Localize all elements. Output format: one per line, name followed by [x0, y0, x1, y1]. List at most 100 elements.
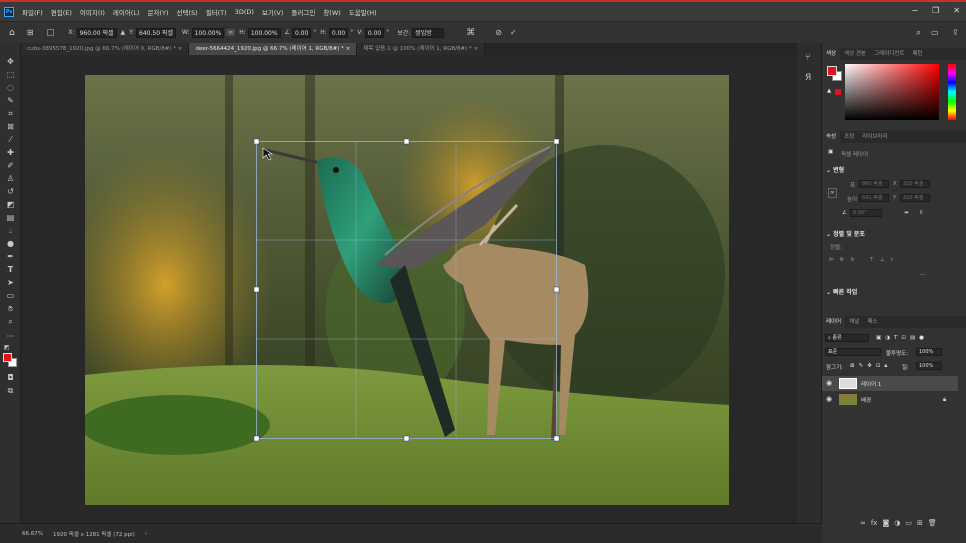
tab-layers[interactable]: 레이어 — [822, 316, 846, 328]
reference-point-icon[interactable]: ⊞ — [27, 28, 34, 37]
checkbox-reference[interactable] — [47, 29, 55, 36]
close-icon[interactable]: ✕ — [953, 6, 960, 15]
color-gamut-warning[interactable] — [835, 89, 841, 95]
menu-3d[interactable]: 3D(D) — [231, 8, 258, 16]
interpolation-select[interactable]: 쌍입방 — [412, 27, 445, 38]
delta-icon[interactable]: ▲ — [121, 29, 126, 36]
menu-edit[interactable]: 편집(E) — [47, 7, 76, 17]
props-x-field[interactable]: 320 픽셀 — [900, 180, 930, 188]
props-w-field[interactable]: 960 픽셀 — [859, 180, 889, 188]
link-wh-icon[interactable]: ∞ — [828, 188, 837, 198]
eyedropper-tool-icon[interactable]: ⁄ — [4, 134, 17, 145]
tab-color[interactable]: 색상 — [822, 48, 841, 60]
workspace-icon[interactable]: ▭ — [931, 28, 939, 37]
layer-row-background[interactable]: ◉ 배경 🔒︎ — [822, 392, 958, 407]
tab-paths[interactable]: 패스 — [863, 316, 881, 328]
blur-tool-icon[interactable]: 💧︎ — [4, 225, 17, 236]
trash-icon[interactable]: 🗑︎ — [928, 519, 937, 527]
flip-horizontal-icon[interactable]: ⇹ — [904, 210, 909, 216]
commit-icon[interactable]: ✓ — [510, 28, 517, 37]
brush-tool-icon[interactable]: ✐ — [4, 160, 17, 171]
crop-tool-icon[interactable]: ⌗ — [4, 108, 17, 119]
mask-icon[interactable]: ◙ — [882, 519, 889, 527]
frame-tool-icon[interactable]: ⊠ — [4, 121, 17, 132]
path-select-tool-icon[interactable]: ➤ — [4, 277, 17, 288]
foreground-color-swatch[interactable] — [3, 353, 12, 362]
opacity-field[interactable]: 100% — [916, 348, 942, 356]
eye-icon[interactable]: ◉ — [826, 379, 832, 387]
align-section-title[interactable]: ⌄ 정렬 및 분포 — [826, 229, 865, 238]
lock-icons[interactable]: ⊠✎✥⊡🔒︎ — [850, 363, 891, 370]
blend-mode-select[interactable]: 표준 — [825, 348, 881, 356]
menu-view[interactable]: 보기(V) — [258, 7, 287, 17]
menu-file[interactable]: 파일(F) — [18, 7, 47, 17]
healing-tool-icon[interactable]: ✚ — [4, 147, 17, 158]
marquee-tool-icon[interactable]: ⬚ — [4, 69, 17, 80]
fill-field[interactable]: 100% — [916, 362, 942, 370]
layer-filter-icons[interactable]: ▣◑T⊡▤● — [876, 335, 928, 341]
eye-icon[interactable]: ◉ — [826, 395, 832, 403]
cancel-icon[interactable]: ⊘ — [495, 28, 502, 37]
quick-select-tool-icon[interactable]: ✎ — [4, 95, 17, 106]
tab-close-icon[interactable]: × — [473, 46, 478, 52]
adjustment-icon[interactable]: ◑ — [894, 519, 900, 527]
menu-help[interactable]: 도움말(H) — [345, 7, 381, 17]
quick-actions-title[interactable]: ⌄ 빠른 작업 — [826, 287, 857, 296]
restore-icon[interactable]: ❐ — [932, 6, 939, 15]
screen-mode-icon[interactable]: ⧉ — [4, 385, 17, 396]
w-field[interactable]: 100.00% — [191, 27, 225, 38]
type-tool-icon[interactable]: T — [4, 264, 17, 275]
zoom-tool-icon[interactable]: ⌕ — [4, 316, 17, 327]
pen-tool-icon[interactable]: ✒ — [4, 251, 17, 262]
props-h-field[interactable]: 641 픽셀 — [859, 194, 889, 202]
tab-properties[interactable]: 속성 — [822, 131, 841, 143]
gradient-tool-icon[interactable]: ▤ — [4, 212, 17, 223]
tab-untitled[interactable]: 제목 없음-1 @ 100% (레이어 1, RGB/8#) * × — [357, 43, 486, 55]
lasso-tool-icon[interactable]: ◌ — [4, 82, 17, 93]
layer-name[interactable]: 배경 — [861, 396, 871, 404]
tab-adjustments[interactable]: 조정 — [840, 131, 858, 143]
fx-icon[interactable]: fx — [871, 519, 878, 527]
quick-mask-icon[interactable]: ◘ — [4, 372, 17, 383]
tab-swatches[interactable]: 색상 견본 — [840, 48, 870, 60]
tab-channels[interactable]: 채널 — [845, 316, 863, 328]
layer-row-layer1[interactable]: ◉ 레이어 1 — [822, 376, 958, 391]
status-arrow-icon[interactable]: › — [145, 531, 147, 537]
link-icon[interactable]: ∞ — [226, 29, 236, 36]
y-field[interactable]: 640.50 픽셀 — [136, 27, 176, 38]
x-field[interactable]: 960.00 픽셀 — [76, 27, 117, 38]
h-field[interactable]: 100.00% — [247, 27, 281, 38]
tab-close-icon[interactable]: × — [346, 46, 351, 52]
menu-select[interactable]: 선택(S) — [173, 7, 202, 17]
shape-tool-icon[interactable]: ▭ — [4, 290, 17, 301]
tab-deer[interactable]: deer-5664424_1920.jpg @ 66.7% (레이어 1, RG… — [189, 43, 358, 55]
transform-section-title[interactable]: ⌄ 변형 — [826, 165, 844, 174]
v-skew-field[interactable]: 0.00 — [364, 27, 385, 38]
warp-icon[interactable]: ⌘ — [466, 28, 475, 38]
group-icon[interactable]: ▭ — [905, 519, 912, 527]
color-picker-field[interactable] — [845, 64, 939, 120]
history-panel-icon[interactable]: ⑂ — [805, 53, 810, 63]
tab-cubs[interactable]: cubs-3895578_1920.jpg @ 66.7% (레이어 0, RG… — [21, 43, 190, 55]
search-icon[interactable]: ⌕ — [916, 28, 921, 38]
history-brush-tool-icon[interactable]: ↺ — [4, 186, 17, 197]
menu-image[interactable]: 이미지(I) — [76, 7, 109, 17]
menu-filter[interactable]: 필터(T) — [202, 7, 231, 17]
layer-filter-select[interactable]: ⌕ 종류 — [825, 334, 869, 342]
hue-slider[interactable] — [948, 64, 956, 120]
stamp-tool-icon[interactable]: ♙ — [4, 173, 17, 184]
menu-window[interactable]: 창(W) — [319, 7, 344, 17]
more-options-icon[interactable]: ··· — [920, 272, 925, 278]
hand-tool-icon[interactable]: ✋︎ — [4, 303, 17, 314]
layer-name[interactable]: 레이어 1 — [861, 380, 881, 388]
more-tools-icon[interactable]: ··· — [4, 331, 17, 342]
default-colors-icon[interactable]: ◩ — [4, 342, 17, 353]
props-y-field[interactable]: 320 픽셀 — [900, 194, 930, 202]
minimize-icon[interactable]: − — [911, 6, 918, 15]
flip-vertical-icon[interactable]: ⇳ — [919, 210, 924, 216]
character-panel-icon[interactable]: Я — [805, 73, 811, 83]
dodge-tool-icon[interactable]: ● — [4, 238, 17, 249]
tab-gradients[interactable]: 그레이디언트 — [870, 48, 908, 60]
props-angle-field[interactable]: 0.00° — [850, 209, 882, 217]
eraser-tool-icon[interactable]: ◩ — [4, 199, 17, 210]
